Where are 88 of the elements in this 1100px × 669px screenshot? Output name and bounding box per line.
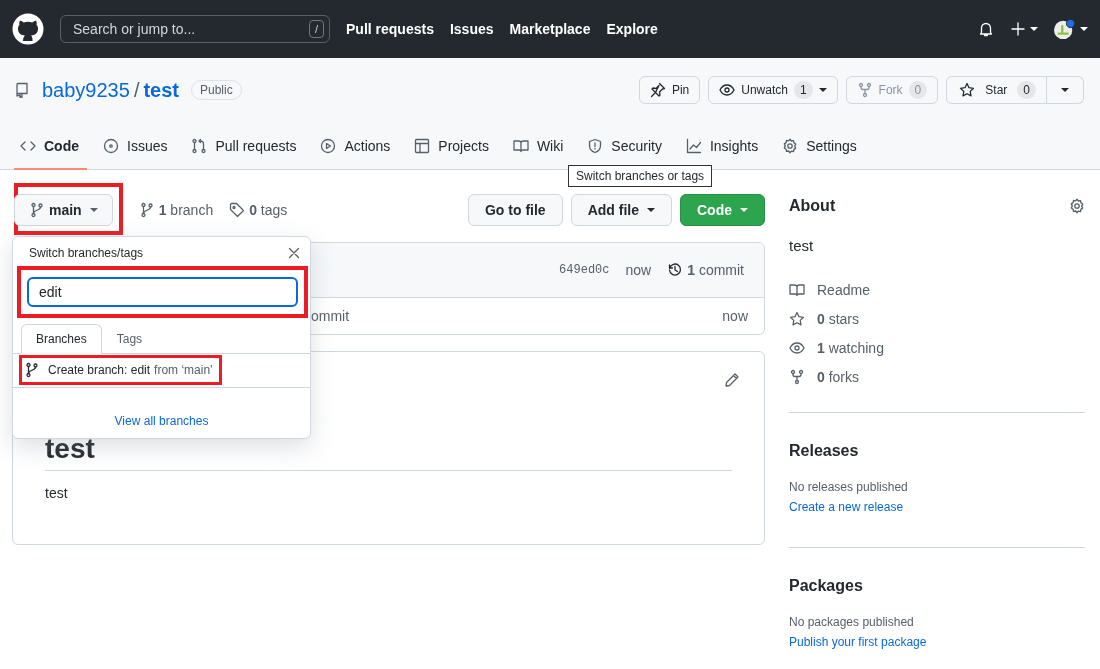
branch-menu-tab[interactable]: Branches — [21, 324, 102, 354]
book-icon — [789, 282, 805, 299]
keyboard-shortcut-hint: / — [308, 20, 324, 38]
branch-select-button[interactable]: main — [14, 194, 113, 226]
avatar-icon[interactable] — [1054, 18, 1076, 40]
branch-filter-field[interactable]: edit — [27, 277, 298, 307]
caret-icon — [740, 208, 748, 212]
settings-icon[interactable] — [1069, 197, 1085, 214]
table-icon — [414, 138, 431, 154]
star-button[interactable]: Star 0 — [946, 76, 1047, 104]
caret-icon — [1061, 88, 1069, 92]
repository-tab[interactable]: Issues — [95, 124, 176, 170]
repository-tab[interactable]: Pull requests — [183, 124, 305, 170]
repository-tab[interactable]: Actions — [312, 124, 399, 170]
caret-icon — [1080, 27, 1088, 31]
packages-heading: Packages — [789, 575, 864, 596]
pencil-icon[interactable] — [724, 372, 740, 388]
fork-icon — [856, 82, 873, 98]
counter: 0 — [1017, 81, 1036, 99]
branch-icon — [29, 202, 45, 218]
create-branch-item[interactable]: Create branch: edit from ‘main’ — [22, 358, 219, 382]
path-separator: / — [133, 78, 140, 103]
repository-description: test — [789, 236, 815, 257]
repository-stat-link[interactable]: 0 stars — [789, 304, 1085, 334]
releases-heading: Releases — [789, 440, 860, 460]
create-new-menu[interactable] — [1010, 21, 1038, 37]
shield-icon — [587, 138, 604, 154]
readme-text: test — [45, 483, 69, 503]
publish-package-link[interactable]: Publish your first package — [789, 633, 927, 652]
repository-tab[interactable]: Projects — [406, 124, 497, 170]
counter: 1 — [793, 81, 813, 99]
caret-icon — [818, 88, 827, 92]
commit-message-link[interactable]: ommit — [311, 305, 350, 327]
nav-link[interactable]: Marketplace — [509, 18, 591, 40]
go-to-file-button[interactable]: Go to file — [468, 194, 563, 226]
eye-icon — [719, 82, 736, 98]
caret-icon — [647, 208, 655, 212]
repository-tab[interactable]: Code — [14, 124, 87, 170]
releases-note: No releases published — [789, 478, 909, 496]
nav-link[interactable]: Issues — [449, 18, 494, 40]
tooltip: Switch branches or tags — [568, 165, 713, 187]
branch-icon — [138, 202, 155, 218]
repository-stat-link[interactable]: 0 forks — [789, 362, 1085, 392]
nav-link[interactable]: Explore — [606, 18, 658, 40]
dropdown-title: Switch branches/tags — [29, 245, 144, 262]
nav-link[interactable]: Pull requests — [346, 18, 434, 40]
tags-link[interactable]: 0 tags — [229, 199, 288, 221]
history-icon — [667, 262, 684, 278]
notification-bell-icon[interactable] — [978, 21, 994, 37]
view-all-branches-link[interactable]: View all branches — [114, 414, 209, 428]
packages-note: No packages published — [789, 614, 915, 632]
issue-icon — [103, 138, 119, 154]
repository-stat-link[interactable]: Readme — [789, 275, 1085, 305]
pin-button[interactable]: Pin — [638, 76, 701, 104]
branches-link[interactable]: 1 branch — [138, 199, 214, 221]
watch-button[interactable]: Unwatch 1 — [708, 76, 838, 104]
counter: 0 — [908, 81, 928, 99]
eye-icon — [789, 340, 805, 357]
branch-menu-tab[interactable]: Tags — [101, 324, 158, 354]
repository-tab[interactable]: Settings — [774, 124, 865, 170]
pin-icon — [649, 82, 666, 98]
cat-logo-icon[interactable] — [12, 13, 44, 45]
graph-icon — [685, 138, 702, 154]
create-release-link[interactable]: Create a new release — [789, 497, 904, 516]
close-icon[interactable] — [286, 245, 302, 261]
tag-icon — [229, 202, 246, 218]
file-time: now — [722, 306, 748, 326]
commits-link[interactable]: 1 commit — [667, 259, 744, 281]
settings-icon — [782, 138, 799, 154]
owner-link[interactable]: baby9235 — [42, 75, 130, 105]
caret-icon — [89, 208, 98, 212]
add-file-menu-button[interactable]: Add file — [570, 194, 672, 226]
repository-name-link[interactable]: test — [143, 75, 179, 105]
star-icon — [959, 82, 976, 98]
play-icon — [320, 138, 337, 154]
plus-icon — [1010, 21, 1026, 37]
fork-icon — [789, 369, 805, 386]
book-icon — [512, 138, 529, 154]
caret-icon — [1030, 27, 1038, 31]
branch-icon — [24, 362, 40, 378]
about-heading: About — [789, 196, 836, 216]
repository-stat-link[interactable]: 1 watching — [789, 333, 1085, 363]
star-list-menu-button[interactable] — [1047, 76, 1084, 104]
pull-request-icon — [191, 138, 208, 154]
star-icon — [789, 311, 805, 328]
commit-time: now — [625, 260, 652, 280]
repository-icon — [14, 82, 30, 98]
commit-sha-link[interactable]: 649ed0c — [559, 261, 610, 279]
